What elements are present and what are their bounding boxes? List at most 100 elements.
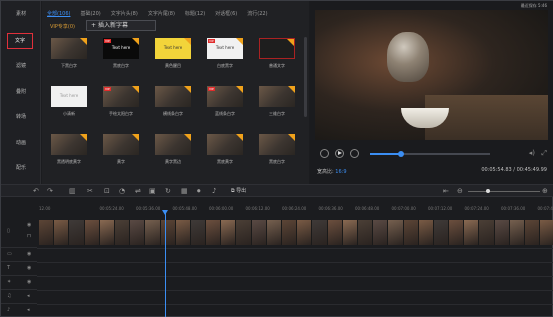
- clip-frame: [190, 220, 207, 245]
- template-thumb: [51, 38, 87, 59]
- progress-knob[interactable]: [398, 151, 405, 157]
- timeline-ruler[interactable]: 12.00 00:05:24.00 00:05:36.00 00:05:48.00 00…: [37, 205, 553, 214]
- sidebar-item-animation[interactable]: 动画: [1, 139, 41, 146]
- app-window: 素材 文字 滤镜 叠附 转场 动画 配乐 全部(106) 基础(20) 文字片头…: [0, 0, 553, 317]
- tab-opening[interactable]: 文字片头(8): [111, 10, 138, 17]
- clip-frame: [525, 220, 541, 245]
- template-item[interactable]: 黑底白字: [257, 134, 297, 165]
- template-label: 黑底白字: [269, 159, 285, 164]
- template-item[interactable]: 横线条白字: [153, 86, 193, 117]
- template-label: 下黑白字: [61, 63, 77, 68]
- template-thumb: VIP: [103, 86, 139, 107]
- tab-basic[interactable]: 基础(20): [80, 10, 100, 17]
- template-thumb: [259, 38, 295, 59]
- tab-popular[interactable]: 流行(22): [247, 10, 267, 17]
- tab-all[interactable]: 全部(106): [47, 10, 70, 17]
- adjust-icon[interactable]: ⇌: [135, 187, 141, 195]
- tab-ending[interactable]: 文字片尾(8): [148, 10, 175, 17]
- freeze-icon[interactable]: ▣: [149, 187, 156, 195]
- ruler-tick-label: 00:07:36.00: [501, 206, 526, 211]
- aspect-ratio[interactable]: 宽高比: 16:9: [317, 168, 347, 175]
- insert-subtitle-button[interactable]: + 插入新字幕: [86, 20, 156, 31]
- zoom-out-icon[interactable]: ⊖: [457, 187, 463, 195]
- clip-frame: [221, 220, 237, 245]
- sidebar-item-materials[interactable]: 素材: [1, 10, 41, 17]
- template-item[interactable]: VIP Text here 黑底白字: [101, 38, 141, 69]
- undo-icon[interactable]: ↶: [33, 187, 39, 195]
- template-item[interactable]: VIP 手绘太阳白字: [101, 86, 141, 117]
- template-thumb: [259, 86, 295, 107]
- vip-badge-icon: VIP: [104, 39, 111, 43]
- fullscreen-icon[interactable]: ⤢: [541, 149, 547, 158]
- clip-frame: [206, 220, 222, 245]
- eye-icon[interactable]: ◉: [27, 222, 31, 228]
- music-track-icon: ♫: [7, 293, 12, 299]
- play-icon[interactable]: [335, 149, 344, 158]
- zoom-knob[interactable]: [486, 189, 490, 193]
- zoom-in-icon[interactable]: ⊕: [542, 187, 548, 195]
- template-item[interactable]: 黑底黄字: [205, 134, 245, 165]
- export-button[interactable]: ⧉ 导出: [231, 187, 246, 195]
- template-item[interactable]: 黄字: [101, 134, 141, 165]
- aspect-ratio-value[interactable]: 16:9: [335, 169, 346, 175]
- sidebar-item-text[interactable]: 文字: [7, 33, 33, 49]
- sidebar-item-transition[interactable]: 转场: [1, 113, 41, 120]
- voice-track-header: ♪ ◂: [1, 304, 37, 317]
- video-preview[interactable]: [315, 10, 548, 140]
- template-item[interactable]: Text here 黄色醒目: [153, 38, 193, 69]
- volume-icon[interactable]: ◂): [529, 149, 535, 157]
- playhead[interactable]: [162, 210, 168, 317]
- fit-icon[interactable]: ⇤: [443, 187, 449, 195]
- lock-icon[interactable]: ⊓: [27, 233, 31, 239]
- template-item[interactable]: 三维白字: [257, 86, 297, 117]
- effect-track-header: ✶ ◉: [1, 276, 37, 290]
- mosaic-icon[interactable]: ▦: [181, 187, 188, 195]
- crop-icon[interactable]: ⊡: [104, 187, 110, 195]
- tab-dialog[interactable]: 对话框(6): [215, 10, 237, 17]
- library-scrollbar[interactable]: [304, 37, 307, 117]
- favorite-corner-icon: [184, 38, 191, 45]
- template-item[interactable]: Text here 小清新: [49, 86, 89, 117]
- speed-icon[interactable]: ◔: [119, 187, 125, 195]
- left-sidebar: 素材 文字 滤镜 叠附 转场 动画 配乐: [1, 1, 41, 184]
- vip-filter[interactable]: VIP专享(0): [50, 23, 75, 30]
- speaker-icon[interactable]: ◂: [27, 307, 30, 313]
- split-icon[interactable]: ✂: [87, 187, 93, 195]
- delete-icon[interactable]: ▥: [69, 187, 76, 195]
- template-item[interactable]: 黄字黑边: [153, 134, 193, 165]
- plus-icon: +: [91, 22, 98, 29]
- record-icon[interactable]: ⏺: [197, 187, 201, 195]
- playback-progress[interactable]: [370, 151, 490, 157]
- template-item[interactable]: 普通文字: [257, 38, 297, 69]
- template-thumb: [155, 86, 191, 107]
- ruler-tick-label: 12.00: [39, 206, 51, 211]
- template-label: 白底黑字: [217, 63, 233, 68]
- track-divider: [37, 248, 553, 249]
- tab-title[interactable]: 标题(12): [185, 10, 205, 17]
- template-item[interactable]: 黑透明底黄字: [49, 134, 89, 165]
- template-item[interactable]: VIP 蓝线条白字: [205, 86, 245, 117]
- audio-icon[interactable]: ♪: [212, 187, 216, 195]
- eye-icon[interactable]: ◉: [27, 279, 31, 285]
- speaker-icon[interactable]: ◂: [27, 293, 30, 299]
- previous-frame-icon[interactable]: [320, 149, 329, 158]
- sidebar-item-overlay[interactable]: 叠附: [1, 88, 41, 95]
- eye-icon[interactable]: ◉: [27, 265, 31, 271]
- playback-time: 00:05:54.83 / 00:45:49.99: [481, 167, 547, 173]
- favorite-corner-icon: [236, 38, 243, 45]
- sidebar-item-filters[interactable]: 滤镜: [1, 62, 41, 69]
- ruler-tick-label: 00:05:36.00: [136, 206, 161, 211]
- eye-icon[interactable]: ◉: [27, 251, 31, 257]
- playback-controls: [320, 149, 359, 158]
- rotate-icon[interactable]: ↻: [165, 187, 171, 195]
- template-item[interactable]: 下黑白字: [49, 38, 89, 69]
- next-frame-icon[interactable]: [350, 149, 359, 158]
- template-thumb: VIP Text here: [207, 38, 243, 59]
- text-track-icon: T: [7, 265, 11, 271]
- sidebar-item-music[interactable]: 配乐: [1, 164, 41, 171]
- template-item[interactable]: VIP Text here 白底黑字: [205, 38, 245, 69]
- zoom-slider[interactable]: [468, 189, 540, 193]
- redo-icon[interactable]: ↷: [47, 187, 53, 195]
- ruler-tick-label: 00:07:24.00: [464, 206, 489, 211]
- video-clip-strip[interactable]: [39, 220, 553, 245]
